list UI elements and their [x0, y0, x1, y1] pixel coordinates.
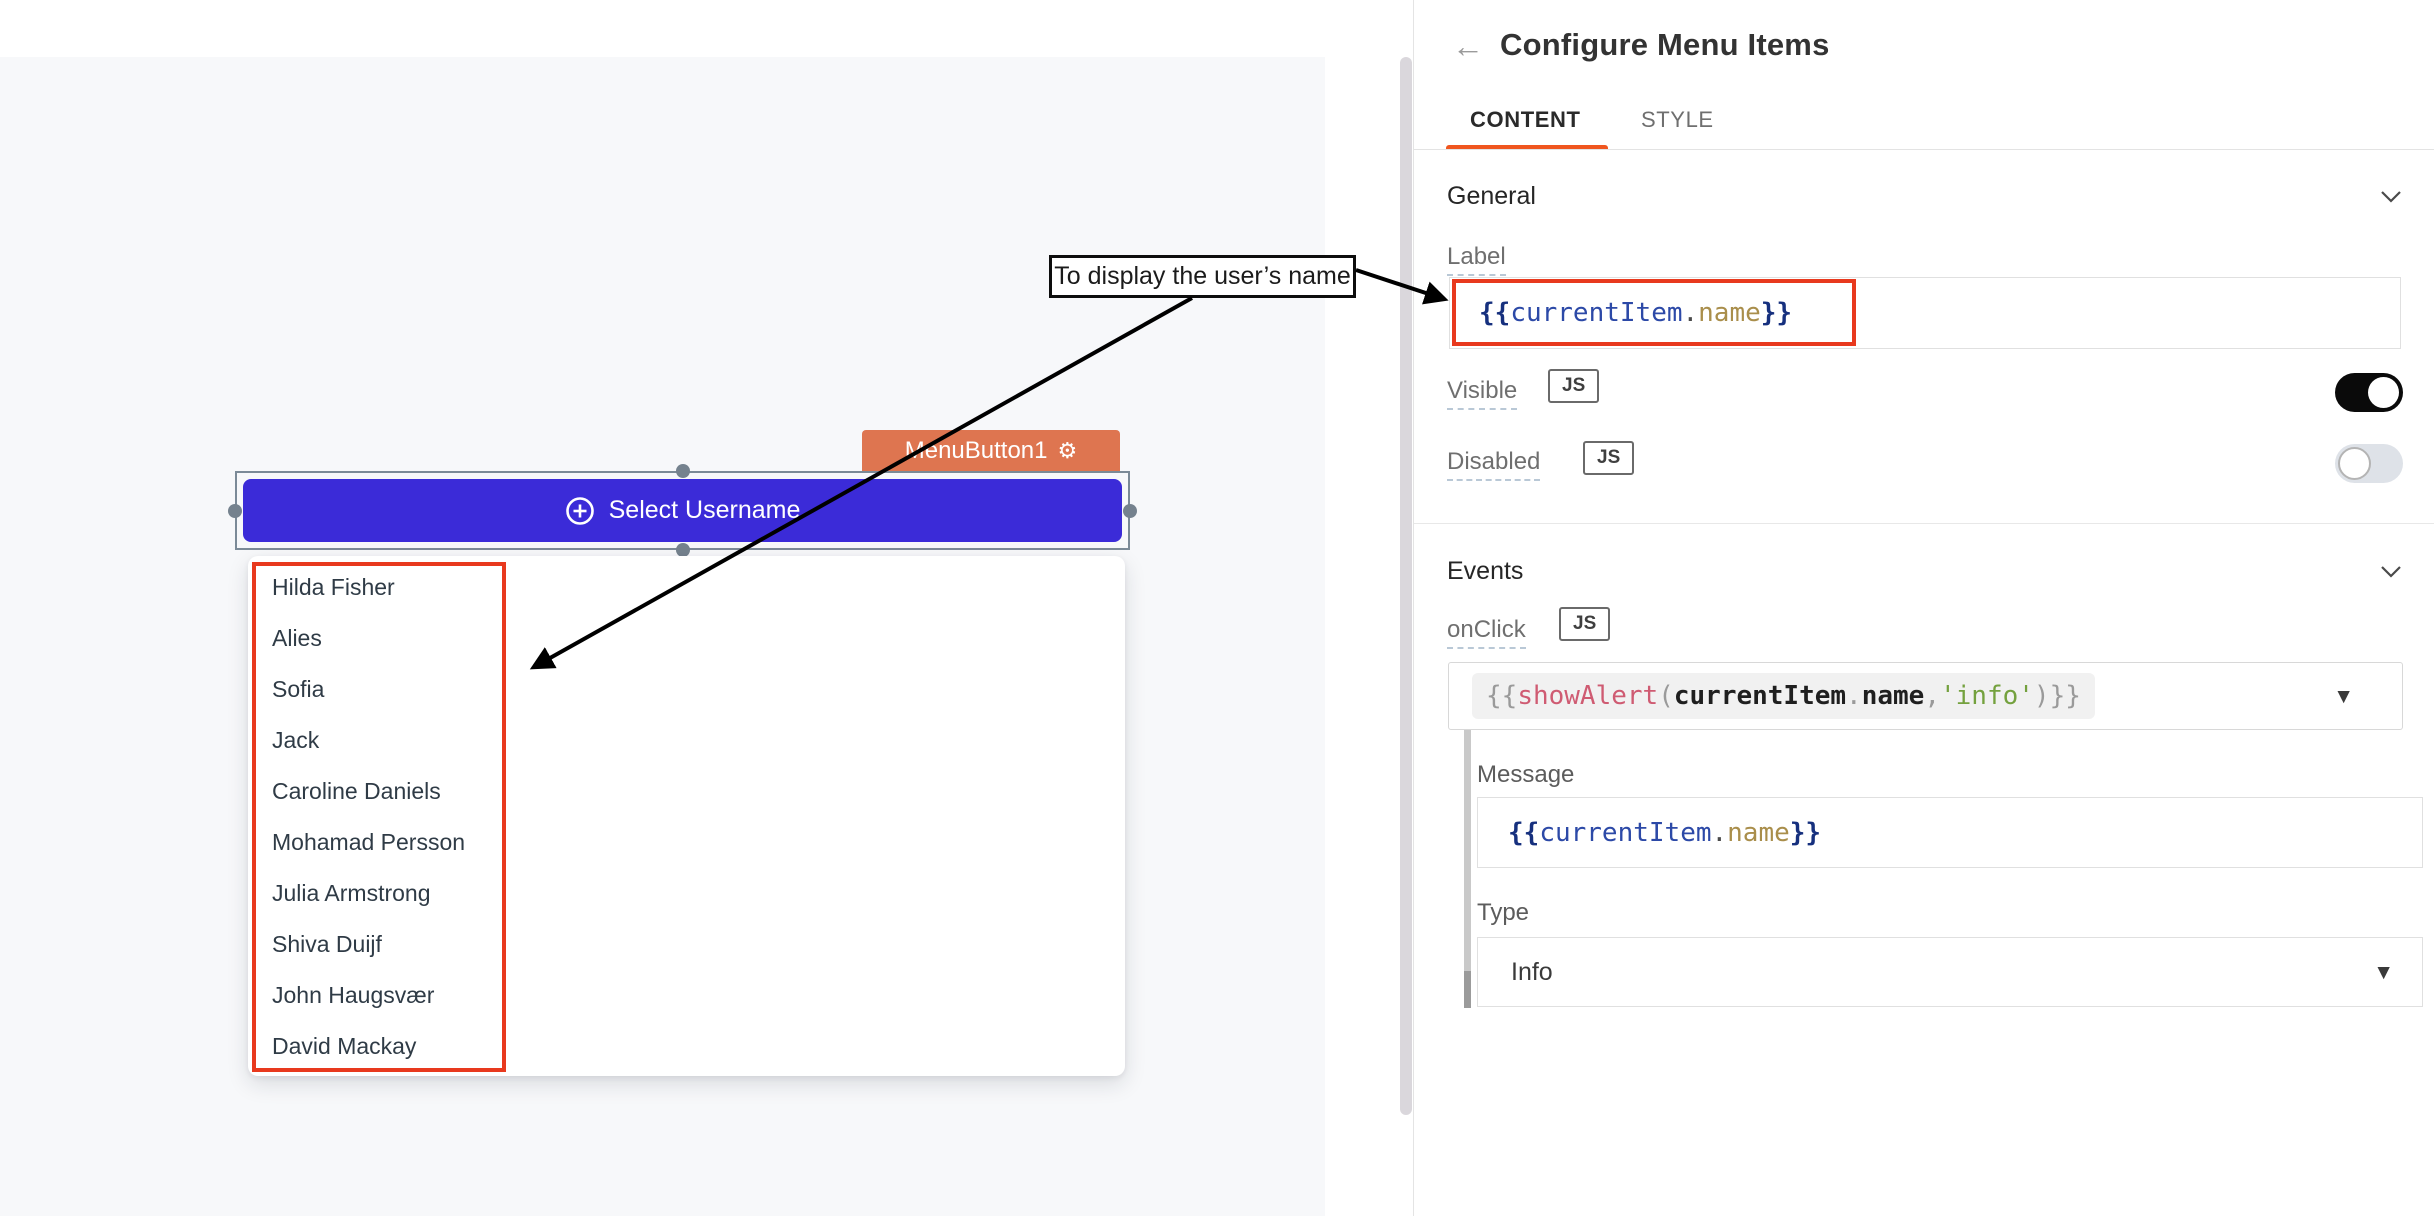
- toggle-knob: [2368, 377, 2399, 408]
- type-select-value: Info: [1511, 958, 1553, 987]
- dropdown-caret-icon: ▼: [2373, 962, 2394, 983]
- annotation-callout: To display the user’s name: [1049, 255, 1356, 298]
- nested-panel-guide-thumb[interactable]: [1464, 971, 1471, 1008]
- onclick-js-toggle[interactable]: JS: [1559, 607, 1610, 641]
- resize-handle-right[interactable]: [1123, 504, 1137, 518]
- label-input-value: {{currentItem.name}}: [1479, 298, 1792, 328]
- section-general: General: [1447, 182, 1536, 211]
- back-icon[interactable]: ←: [1450, 26, 1486, 66]
- annotation-text: To display the user’s name: [1054, 262, 1350, 291]
- type-field-caption: Type: [1477, 899, 1529, 927]
- resize-handle-top[interactable]: [676, 464, 690, 478]
- disabled-field-caption: Disabled: [1447, 448, 1540, 476]
- tab-style[interactable]: STYLE: [1641, 107, 1714, 133]
- widget-name-label: MenuButton1: [905, 437, 1048, 465]
- visible-toggle[interactable]: [2335, 373, 2403, 412]
- widget-name-badge[interactable]: MenuButton1 ⚙: [862, 430, 1120, 471]
- disabled-toggle[interactable]: [2335, 444, 2403, 483]
- disabled-js-toggle[interactable]: JS: [1583, 441, 1634, 475]
- visible-field-caption: Visible: [1447, 377, 1517, 405]
- message-field-caption: Message: [1477, 761, 1574, 789]
- section-divider: [1414, 523, 2434, 524]
- nested-panel-guide: [1464, 730, 1471, 1008]
- dropdown-caret-icon: ▼: [2333, 686, 2354, 707]
- chevron-down-icon[interactable]: [2380, 190, 2402, 204]
- menu-button-label: Select Username: [609, 496, 801, 525]
- onclick-field-caption: onClick: [1447, 616, 1526, 644]
- gear-icon[interactable]: ⚙: [1058, 440, 1078, 462]
- type-select[interactable]: Info ▼: [1477, 937, 2423, 1007]
- onclick-action-chip: {{showAlert(currentItem.name,'info')}}: [1472, 673, 2095, 719]
- tabs-divider: [1414, 149, 2434, 150]
- select-username-button[interactable]: Select Username: [243, 479, 1122, 542]
- panel-divider: [1413, 0, 1414, 1216]
- message-input-value: {{currentItem.name}}: [1508, 818, 1821, 848]
- page-title: Configure Menu Items: [1500, 27, 1830, 63]
- label-input[interactable]: {{currentItem.name}}: [1449, 277, 2401, 349]
- label-field-caption: Label: [1447, 243, 1506, 271]
- onclick-action-select[interactable]: {{showAlert(currentItem.name,'info')}} ▼: [1448, 662, 2403, 730]
- plus-circle-icon: [565, 496, 595, 526]
- annotation-highlight-list: [252, 562, 506, 1072]
- message-input[interactable]: {{currentItem.name}}: [1477, 797, 2423, 868]
- toggle-knob: [2338, 447, 2371, 480]
- canvas-scrollbar[interactable]: [1400, 57, 1412, 1115]
- resize-handle-left[interactable]: [228, 504, 242, 518]
- tab-content[interactable]: CONTENT: [1470, 107, 1581, 133]
- section-events: Events: [1447, 557, 1523, 586]
- resize-handle-bottom[interactable]: [676, 543, 690, 557]
- chevron-down-icon[interactable]: [2380, 565, 2402, 579]
- visible-js-toggle[interactable]: JS: [1548, 369, 1599, 403]
